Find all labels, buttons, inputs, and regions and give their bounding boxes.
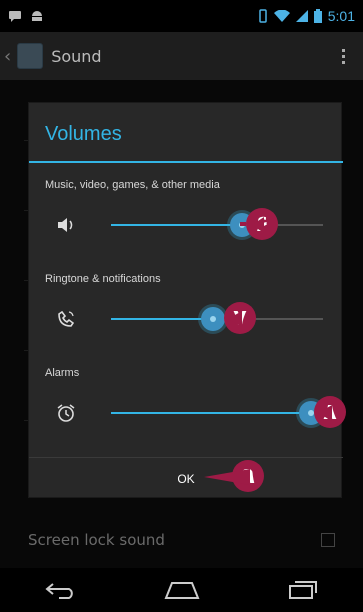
- callout-pointer: [252, 217, 264, 233]
- screen: 5:01 ‹ Sound Screen lock sound Volumes M…: [0, 0, 363, 612]
- callout-pointer: [318, 405, 332, 421]
- callout-pointer: [204, 469, 250, 485]
- callout-pointer: [228, 311, 242, 327]
- callout-pointers: [204, 217, 332, 485]
